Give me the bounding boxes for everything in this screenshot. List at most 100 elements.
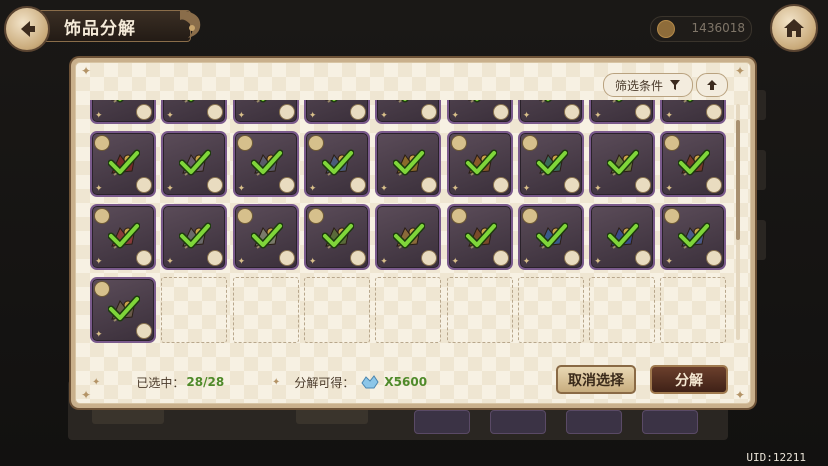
coin-value: 1436018 — [691, 21, 745, 35]
selected-label: 已选中： — [136, 375, 185, 390]
accessory-slot[interactable]: ✦ — [446, 131, 513, 197]
checkmark-icon — [116, 100, 124, 103]
checkmark-icon — [535, 149, 568, 176]
checkmark-icon — [321, 149, 354, 176]
checkmark-icon — [464, 222, 497, 249]
filter-button[interactable]: 筛选条件 — [603, 73, 693, 97]
footer-ornament-icon: ✦ — [272, 376, 281, 388]
set-emblem-icon — [236, 208, 253, 224]
home-button[interactable] — [770, 4, 818, 52]
set-emblem-icon — [521, 135, 538, 151]
accessory-slot[interactable]: ✦ — [232, 131, 299, 197]
uid-label: UID:12211 — [746, 451, 806, 464]
empty-slot — [517, 277, 584, 343]
accessory-slot[interactable]: ✦ — [90, 131, 156, 197]
leaf-badge-icon — [278, 177, 295, 193]
checkmark-icon — [472, 100, 481, 103]
rarity-star-icon: ✦ — [594, 257, 602, 267]
corner-ornament-icon: ✦ — [80, 64, 92, 78]
leaf-badge-icon — [136, 323, 152, 339]
rarity-star-icon: ✦ — [665, 184, 673, 194]
leaf-badge-icon — [492, 177, 509, 193]
accessory-slot[interactable]: ✦ — [375, 131, 442, 197]
background-slot — [642, 410, 698, 434]
set-emblem-icon — [307, 135, 324, 151]
set-emblem-icon — [94, 281, 110, 297]
accessory-slot[interactable]: ✦ — [589, 131, 656, 197]
leaf-badge-icon — [492, 250, 509, 266]
checkmark-icon — [321, 222, 354, 249]
accessory-slot[interactable]: ✦ — [517, 204, 584, 270]
leaf-badge-icon — [421, 177, 438, 193]
checkmark-icon — [678, 222, 711, 249]
accessory-slot[interactable]: ✦ — [90, 204, 156, 270]
accessory-slot[interactable]: ✦ — [446, 204, 513, 270]
rarity-star-icon: ✦ — [237, 184, 246, 194]
accessory-slot[interactable]: ✦ — [161, 100, 228, 124]
selected-value: 28/28 — [186, 375, 225, 389]
checkmark-icon — [250, 222, 283, 249]
accessory-slot[interactable]: ✦ — [232, 100, 299, 124]
checkmark-icon — [250, 149, 283, 176]
rarity-star-icon: ✦ — [237, 111, 246, 121]
decompose-button[interactable]: 分解 — [650, 365, 728, 394]
rarity-star-icon: ✦ — [594, 184, 602, 194]
rarity-star-icon: ✦ — [308, 111, 317, 121]
accessory-slot[interactable]: ✦ — [303, 131, 370, 197]
accessory-slot[interactable]: ✦ — [161, 204, 228, 270]
background-slot — [566, 410, 622, 434]
leaf-badge-icon — [136, 177, 152, 193]
accessory-slot[interactable]: ✦ — [660, 100, 727, 124]
rarity-star-icon: ✦ — [451, 184, 460, 194]
accessory-slot[interactable]: ✦ — [90, 100, 156, 124]
rarity-star-icon: ✦ — [665, 111, 673, 121]
checkmark-icon — [108, 222, 140, 249]
arrow-left-icon — [21, 21, 35, 37]
accessory-slot[interactable]: ✦ — [517, 100, 584, 124]
empty-slot — [161, 277, 228, 343]
rarity-star-icon: ✦ — [308, 257, 317, 267]
rarity-star-icon: ✦ — [308, 184, 317, 194]
accessory-slot[interactable]: ✦ — [589, 204, 656, 270]
cancel-selection-button[interactable]: 取消选择 — [556, 365, 636, 394]
accessory-slot[interactable]: ✦ — [90, 277, 156, 343]
page-title: 饰品分解 — [64, 19, 136, 39]
accessory-slot[interactable]: ✦ — [446, 100, 513, 124]
leaf-badge-icon — [349, 250, 366, 266]
accessory-slot[interactable]: ✦ — [589, 100, 656, 124]
leaf-badge-icon — [207, 104, 224, 120]
accessory-slot[interactable]: ✦ — [375, 100, 442, 124]
rarity-star-icon: ✦ — [166, 257, 174, 267]
checkmark-icon — [393, 149, 426, 176]
leaf-badge-icon — [706, 177, 723, 193]
scrollbar-thumb[interactable] — [736, 120, 740, 240]
sort-up-button[interactable] — [696, 73, 728, 97]
accessory-slot[interactable]: ✦ — [660, 204, 727, 270]
accessory-slot[interactable]: ✦ — [232, 204, 299, 270]
accessory-slot[interactable]: ✦ — [303, 100, 370, 124]
leaf-badge-icon — [635, 250, 652, 266]
accessory-slot[interactable]: ✦ — [517, 131, 584, 197]
filter-label: 筛选条件 — [614, 78, 663, 93]
checkmark-icon — [108, 295, 140, 322]
accessory-slot[interactable]: ✦ — [303, 204, 370, 270]
leaf-badge-icon — [563, 177, 580, 193]
accessory-slot[interactable]: ✦ — [375, 204, 442, 270]
accessory-slot[interactable]: ✦ — [161, 131, 228, 197]
empty-slot — [589, 277, 656, 343]
empty-slot — [375, 277, 442, 343]
decompose-gain-label: 分解可得： — [294, 375, 355, 390]
rarity-star-icon: ✦ — [665, 257, 673, 267]
empty-slot — [232, 277, 299, 343]
title-ornament-icon — [180, 10, 201, 38]
leaf-badge-icon — [563, 250, 580, 266]
accessory-slot[interactable]: ✦ — [660, 131, 727, 197]
arrow-up-icon — [707, 80, 717, 90]
back-button[interactable] — [4, 6, 50, 52]
empty-slot — [446, 277, 513, 343]
rarity-star-icon: ✦ — [380, 184, 388, 194]
leaf-badge-icon — [706, 104, 723, 120]
leaf-badge-icon — [635, 177, 652, 193]
rarity-star-icon: ✦ — [451, 111, 460, 121]
rarity-star-icon: ✦ — [522, 184, 531, 194]
